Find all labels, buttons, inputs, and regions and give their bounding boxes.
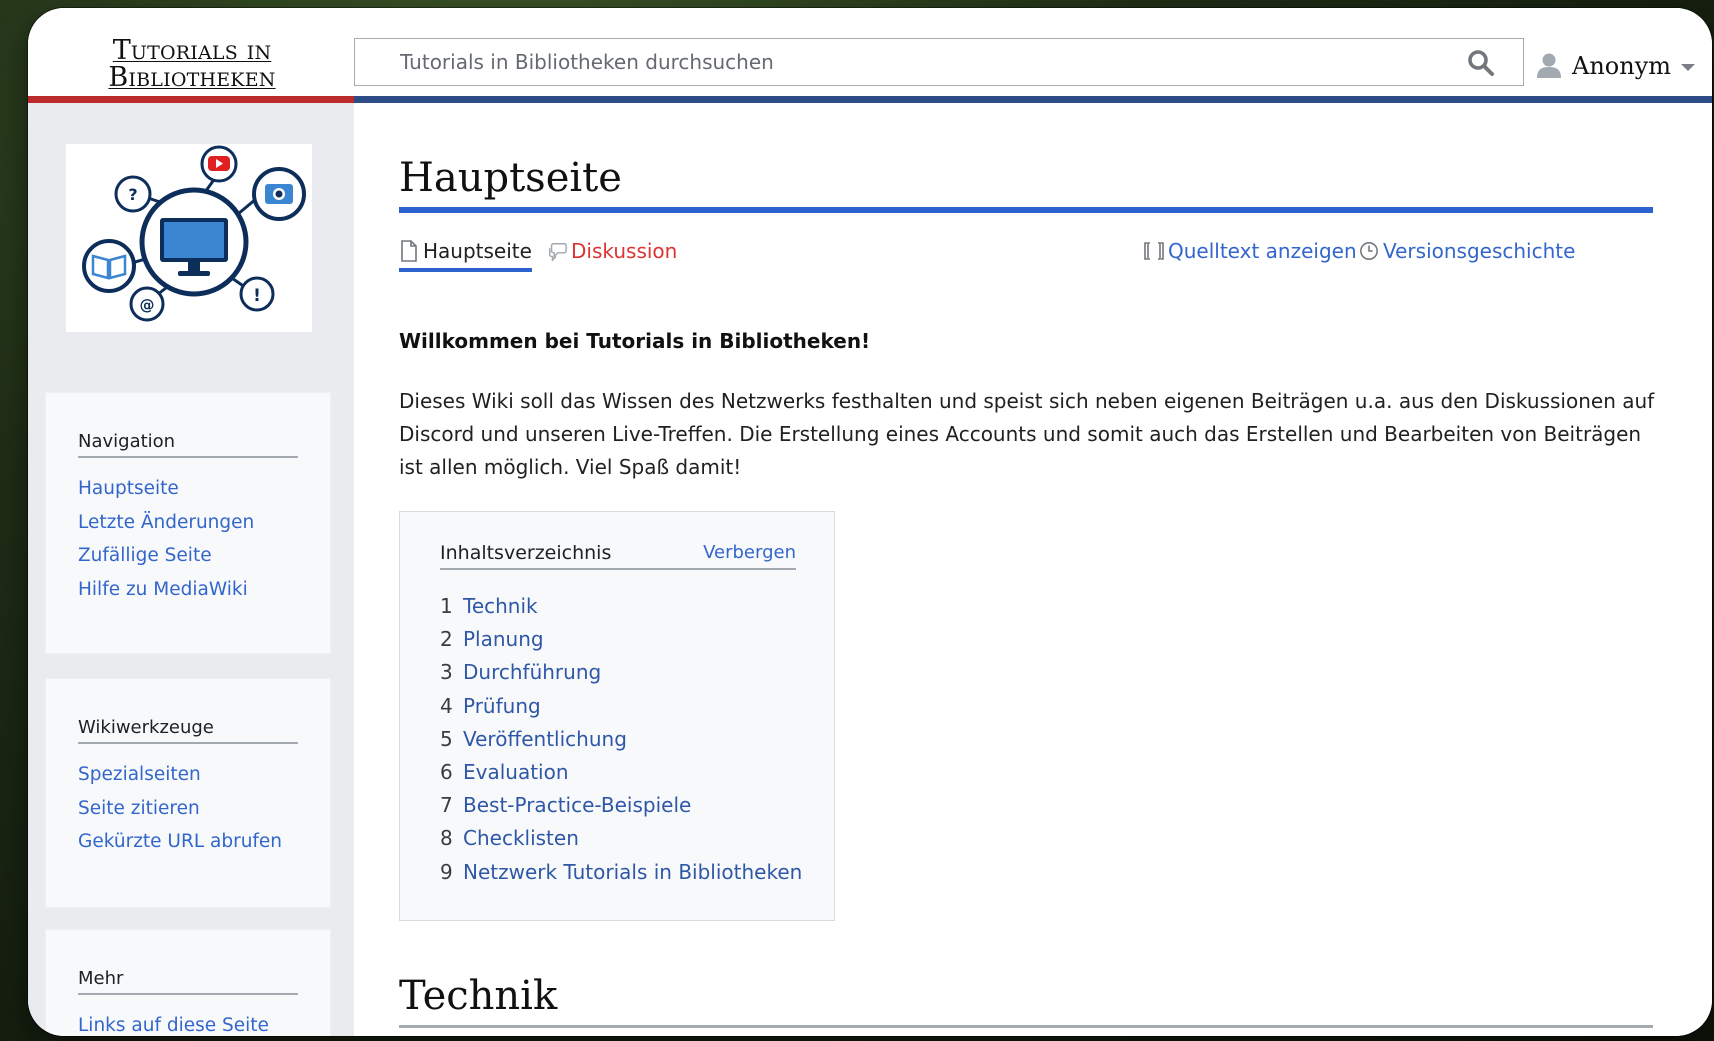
sidebar-link[interactable]: Letzte Änderungen bbox=[78, 512, 254, 533]
section-heading-technik: Technik bbox=[399, 973, 1653, 1028]
network-computer-logo[interactable]: ? @ ! bbox=[66, 144, 312, 332]
site-header: Tutorials in Bibliotheken Anonym bbox=[28, 8, 1712, 113]
main-content: Hauptseite Hauptseite Diskussion Quellte… bbox=[354, 103, 1712, 1036]
toc-number: 5 bbox=[440, 726, 453, 751]
sidebar-item-seite-zitieren[interactable]: Seite zitieren bbox=[78, 792, 330, 826]
user-menu[interactable]: Anonym bbox=[1536, 48, 1696, 84]
toc-number: 7 bbox=[440, 793, 453, 818]
toc-link[interactable]: Netzwerk Tutorials in Bibliotheken bbox=[463, 860, 802, 884]
sidebar-link[interactable]: Spezialseiten bbox=[78, 764, 201, 785]
header-stripe-blue bbox=[354, 96, 1712, 103]
logo-line-2: Bibliotheken bbox=[108, 62, 276, 93]
toc-header: Inhaltsverzeichnis Verbergen bbox=[440, 542, 796, 570]
intro-heading: Willkommen bei Tutorials in Bibliotheken… bbox=[399, 329, 871, 353]
toc-item[interactable]: 8 Checklisten bbox=[440, 822, 802, 855]
toc-item[interactable]: 1 Technik bbox=[440, 590, 802, 623]
toc-link[interactable]: Evaluation bbox=[463, 760, 569, 784]
toc-link[interactable]: Planung bbox=[463, 627, 544, 651]
tab-history-label: Versionsgeschichte bbox=[1383, 238, 1576, 263]
portlet-wikiwerkzeuge: Wikiwerkzeuge Spezialseiten Seite zitier… bbox=[45, 678, 331, 908]
site-logo[interactable]: Tutorials in Bibliotheken bbox=[94, 37, 290, 91]
speech-bubble-icon bbox=[549, 242, 567, 262]
sidebar-item-spezialseiten[interactable]: Spezialseiten bbox=[78, 758, 330, 792]
portlet-heading: Wikiwerkzeuge bbox=[78, 717, 298, 744]
svg-text:!: ! bbox=[253, 286, 261, 306]
sidebar-link[interactable]: Links auf diese Seite bbox=[78, 1015, 269, 1036]
toc-item[interactable]: 3 Durchführung bbox=[440, 656, 802, 689]
portlet-heading: Mehr bbox=[78, 968, 298, 995]
sidebar-link[interactable]: Hilfe zu MediaWiki bbox=[78, 579, 248, 600]
toc-number: 3 bbox=[440, 660, 453, 685]
wikitext-icon bbox=[1144, 241, 1164, 260]
header-stripe-red bbox=[28, 96, 354, 103]
tab-page-label: Hauptseite bbox=[423, 238, 532, 263]
sidebar: ? @ ! Navigation Hauptseite Letzte Änder… bbox=[28, 103, 354, 1036]
logo-graphic: ? @ ! bbox=[82, 145, 306, 322]
sidebar-link[interactable]: Gekürzte URL abrufen bbox=[78, 831, 282, 852]
user-icon bbox=[1537, 53, 1561, 78]
sidebar-item-letzte-aenderungen[interactable]: Letzte Änderungen bbox=[78, 506, 330, 540]
toc-number: 9 bbox=[440, 859, 453, 884]
toc-number: 1 bbox=[440, 594, 453, 618]
portlet-mehr: Mehr Links auf diese Seite bbox=[45, 929, 331, 1036]
browser-window: Tutorials in Bibliotheken Anonym bbox=[28, 8, 1712, 1036]
search-box bbox=[354, 38, 1524, 86]
search-input[interactable] bbox=[356, 40, 1436, 84]
svg-text:?: ? bbox=[128, 185, 137, 204]
toc-item[interactable]: 6 Evaluation bbox=[440, 756, 802, 789]
portlet-navigation: Navigation Hauptseite Letzte Änderungen … bbox=[45, 392, 331, 654]
tab-history[interactable]: Versionsgeschichte bbox=[1359, 233, 1575, 268]
sidebar-link[interactable]: Seite zitieren bbox=[78, 798, 200, 819]
toc-link[interactable]: Prüfung bbox=[463, 694, 541, 718]
toc-toggle-button[interactable]: Verbergen bbox=[703, 542, 796, 563]
portlet-heading: Navigation bbox=[78, 431, 298, 458]
tab-page[interactable]: Hauptseite bbox=[399, 233, 532, 272]
tab-view-source-label: Quelltext anzeigen bbox=[1168, 238, 1357, 263]
table-of-contents: Inhaltsverzeichnis Verbergen 1 Technik 2P… bbox=[399, 511, 835, 921]
sidebar-link[interactable]: Hauptseite bbox=[78, 478, 179, 499]
intro-paragraph: Dieses Wiki soll das Wissen des Netzwerk… bbox=[399, 389, 1655, 479]
page-title: Hauptseite bbox=[399, 155, 1653, 213]
sidebar-item-hilfe[interactable]: Hilfe zu MediaWiki bbox=[78, 573, 330, 607]
page-tabs: Hauptseite Diskussion Quelltext anzeigen bbox=[399, 233, 1653, 272]
tab-talk-label: Diskussion bbox=[571, 238, 678, 263]
search-icon[interactable] bbox=[1467, 49, 1495, 77]
svg-text:@: @ bbox=[140, 296, 155, 314]
sidebar-item-hauptseite[interactable]: Hauptseite bbox=[78, 472, 330, 506]
toc-number: 6 bbox=[440, 760, 453, 785]
toc-title: Inhaltsverzeichnis bbox=[440, 542, 612, 564]
toc-item[interactable]: 7 Best-Practice-Beispiele bbox=[440, 789, 802, 822]
clock-icon bbox=[1360, 241, 1378, 260]
toc-list: 1 Technik 2 Planung 3 Durchführung 4 Prüfung… bbox=[440, 590, 802, 889]
chevron-down-icon bbox=[1681, 63, 1696, 71]
page-icon bbox=[401, 239, 417, 262]
toc-number: 8 bbox=[440, 826, 453, 851]
sidebar-item-zufaellige-seite[interactable]: Zufällige Seite bbox=[78, 539, 330, 573]
tab-view-source[interactable]: Quelltext anzeigen bbox=[1144, 233, 1357, 268]
sidebar-item-links-auf-diese-seite[interactable]: Links auf diese Seite bbox=[78, 1009, 330, 1036]
toc-item[interactable]: 2 Planung bbox=[440, 623, 802, 656]
toc-item[interactable]: 4 Prüfung bbox=[440, 690, 802, 723]
user-name: Anonym bbox=[1572, 52, 1672, 80]
toc-link[interactable]: Veröffentlichung bbox=[463, 727, 627, 751]
tab-talk[interactable]: Diskussion bbox=[547, 233, 677, 268]
toc-number: 2 bbox=[440, 627, 453, 652]
toc-item[interactable]: 5 Veröffentlichung bbox=[440, 723, 802, 756]
toc-link[interactable]: Durchführung bbox=[463, 660, 601, 684]
toc-link[interactable]: Best-Practice-Beispiele bbox=[463, 793, 691, 817]
sidebar-link[interactable]: Zufällige Seite bbox=[78, 545, 212, 566]
sidebar-item-kurz-url[interactable]: Gekürzte URL abrufen bbox=[78, 825, 330, 859]
logo-line-1: Tutorials in bbox=[112, 35, 272, 66]
toc-number: 4 bbox=[440, 693, 453, 718]
toc-item[interactable]: 9 Netzwerk Tutorials in Bibliotheken bbox=[440, 856, 802, 889]
toc-link[interactable]: Technik bbox=[463, 594, 538, 618]
toc-link[interactable]: Checklisten bbox=[463, 826, 579, 850]
